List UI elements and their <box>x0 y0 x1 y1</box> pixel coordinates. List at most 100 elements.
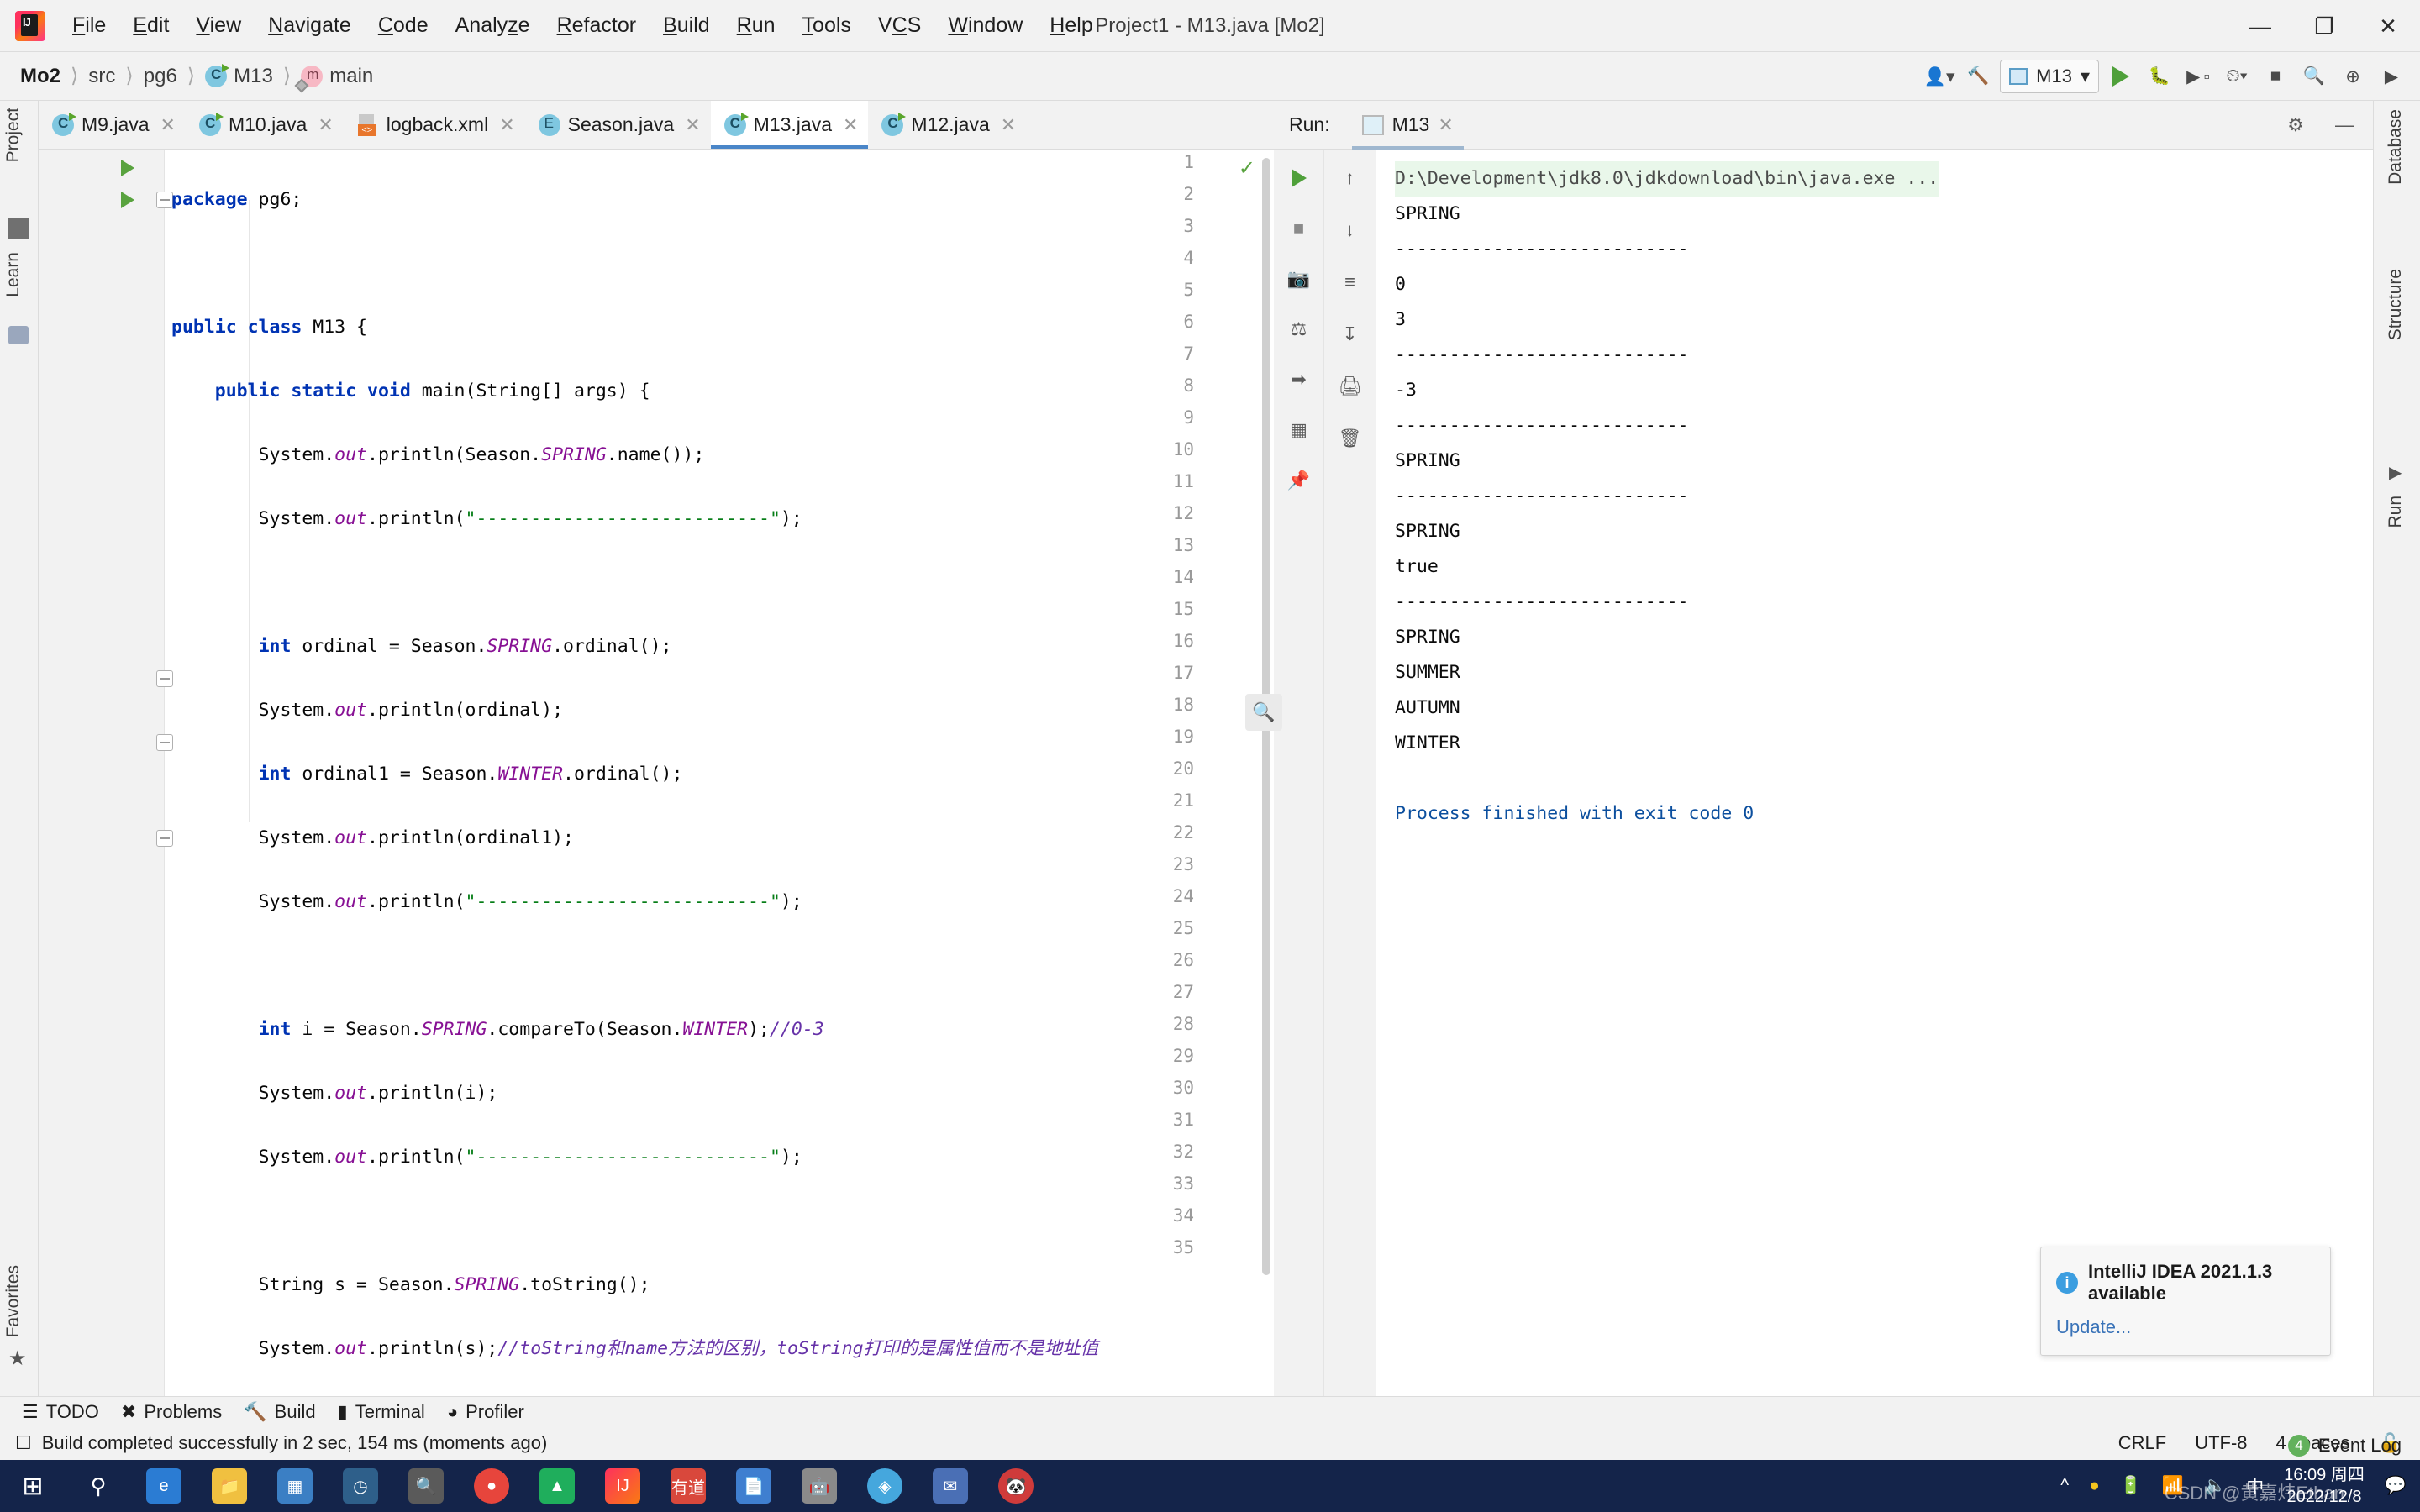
taskbar-explorer[interactable]: 📁 <box>197 1460 262 1512</box>
run-gutter-marker-class[interactable] <box>121 160 134 176</box>
breadcrumb-item-src[interactable]: src <box>83 63 120 90</box>
bottom-tab-build[interactable]: 🔨 Build <box>244 1401 315 1423</box>
print-icon[interactable]: 🖨 <box>1334 370 1367 403</box>
bottom-tab-todo[interactable]: ☰ TODO <box>22 1401 99 1423</box>
bottom-tab-profiler[interactable]: ◕ Profiler <box>447 1401 524 1423</box>
close-icon[interactable]: ✕ <box>160 114 176 136</box>
run-gutter-marker-main[interactable] <box>121 192 134 208</box>
stop-button[interactable]: ■ <box>2259 60 2292 93</box>
build-hammer-icon[interactable]: 🔨 <box>1961 60 1995 93</box>
menu-item-help[interactable]: Help <box>1036 10 1106 41</box>
sidebar-item-structure[interactable]: Structure <box>2386 269 2406 340</box>
close-icon[interactable]: ✕ <box>318 114 333 136</box>
menu-item-refactor[interactable]: Refactor <box>544 10 650 41</box>
taskbar-app-8[interactable]: ▲ <box>524 1460 590 1512</box>
menu-item-code[interactable]: Code <box>365 10 442 41</box>
collapse-icon[interactable]: ▶ <box>2389 462 2402 483</box>
taskbar-store[interactable]: ▦ <box>262 1460 328 1512</box>
update-project-icon[interactable]: ⊕ <box>2336 60 2370 93</box>
editor-tab-logback[interactable]: <> logback.xml ✕ <box>344 101 525 149</box>
code-editor[interactable]: ✓ 1 2 3 4 5 6 7 8 9 10 11 12 13 14 15 16 17 18 19 20 21 22 23 2… <box>39 150 1274 1430</box>
menu-item-edit[interactable]: Edit <box>119 10 182 41</box>
taskbar-app-11[interactable]: 📄 <box>721 1460 786 1512</box>
maximize-button[interactable]: ❐ <box>2292 0 2356 52</box>
close-icon[interactable]: ✕ <box>843 114 858 136</box>
console-output[interactable]: D:\Development\jdk8.0\jdkdownload\bin\ja… <box>1376 150 2373 1430</box>
menu-item-tools[interactable]: Tools <box>789 10 865 41</box>
sidebar-item-favorites[interactable]: Favorites <box>3 1265 24 1337</box>
code-text[interactable]: package pg6; public class M13 { public s… <box>165 150 1223 1430</box>
run-button[interactable] <box>2104 60 2138 93</box>
close-icon[interactable]: ✕ <box>1001 114 1016 136</box>
debug-button[interactable]: 🐛 <box>2143 60 2176 93</box>
screenshot-icon[interactable]: 📷 <box>1282 262 1316 296</box>
close-icon[interactable]: ✕ <box>499 114 514 136</box>
sidebar-item-run[interactable]: Run <box>2386 496 2406 528</box>
taskbar-clock-app[interactable]: ◷ <box>328 1460 393 1512</box>
taskbar-search-button[interactable]: ⚲ <box>66 1460 131 1512</box>
taskbar-youdao[interactable]: 有道 <box>655 1460 721 1512</box>
run-anything-icon[interactable]: ▶ <box>2375 60 2408 93</box>
breadcrumb-item-project[interactable]: Mo2 <box>15 63 66 90</box>
menu-item-analyze[interactable]: Analyze <box>442 10 544 41</box>
notification-update-link[interactable]: Update... <box>2056 1316 2315 1338</box>
taskbar-app-6[interactable]: 🔍 <box>393 1460 459 1512</box>
taskbar-app-15[interactable]: 🐼 <box>983 1460 1049 1512</box>
hide-icon[interactable]: — <box>2328 108 2361 142</box>
security-icon[interactable]: ● <box>2089 1476 2100 1496</box>
breadcrumb-item-method[interactable]: main <box>294 63 378 92</box>
editor-tab-season[interactable]: Season.java ✕ <box>525 101 711 149</box>
search-icon[interactable]: 🔍 <box>2297 60 2331 93</box>
menu-item-navigate[interactable]: Navigate <box>255 10 365 41</box>
sidebar-item-database[interactable]: Database <box>2386 109 2406 185</box>
close-icon[interactable]: ✕ <box>685 114 700 136</box>
stop-button[interactable]: ■ <box>1282 212 1316 245</box>
close-button[interactable]: ✕ <box>2356 0 2420 52</box>
pin-icon[interactable]: 📌 <box>1282 464 1316 497</box>
show-hidden-icons[interactable]: ^ <box>2060 1476 2069 1496</box>
editor-tab-m10[interactable]: M10.java ✕ <box>186 101 344 149</box>
taskbar-intellij[interactable]: IJ <box>590 1460 655 1512</box>
thread-dump-icon[interactable]: ⚖ <box>1282 312 1316 346</box>
run-with-coverage-button[interactable]: ▶ ▫ <box>2181 60 2215 93</box>
start-button[interactable]: ⊞ <box>0 1460 66 1512</box>
sidebar-item-learn[interactable]: Learn <box>3 252 24 297</box>
close-icon[interactable]: ✕ <box>1438 114 1453 136</box>
taskbar-edge[interactable]: e <box>131 1460 197 1512</box>
down-arrow-icon[interactable]: ↓ <box>1334 213 1367 247</box>
taskbar-app-12[interactable]: 🤖 <box>786 1460 852 1512</box>
battery-icon[interactable]: 🔋 <box>2120 1476 2142 1496</box>
menu-item-view[interactable]: View <box>182 10 255 41</box>
breadcrumb-item-package[interactable]: pg6 <box>139 63 182 90</box>
user-account-icon[interactable]: 👤▾ <box>1923 60 1956 93</box>
editor-tab-m9[interactable]: M9.java ✕ <box>39 101 186 149</box>
menu-item-run[interactable]: Run <box>723 10 789 41</box>
line-separator-indicator[interactable]: CRLF <box>2118 1432 2166 1454</box>
event-log-button[interactable]: 4 Event Log <box>2287 1435 2402 1457</box>
bottom-tab-problems[interactable]: ✖ Problems <box>121 1401 222 1423</box>
notification-center-icon[interactable]: 💬 <box>2385 1476 2407 1496</box>
menu-item-window[interactable]: Window <box>934 10 1036 41</box>
run-configuration-selector[interactable]: M13 ▾ <box>2000 60 2099 93</box>
menu-item-vcs[interactable]: VCS <box>865 10 934 41</box>
sidebar-item-project[interactable]: Project <box>3 108 24 162</box>
trash-icon[interactable]: 🗑 <box>1334 422 1367 455</box>
editor-tab-m12[interactable]: M12.java ✕ <box>868 101 1026 149</box>
profile-button[interactable]: ⏲▾ <box>2220 60 2254 93</box>
up-arrow-icon[interactable]: ↑ <box>1334 161 1367 195</box>
export-icon[interactable]: ➡ <box>1282 363 1316 396</box>
taskbar-app-13[interactable]: ◈ <box>852 1460 918 1512</box>
layout-icon[interactable]: ▦ <box>1282 413 1316 447</box>
editor-gutter[interactable] <box>39 150 165 1430</box>
gear-icon[interactable]: ⚙ <box>2279 108 2312 142</box>
search-in-console-icon[interactable]: 🔍 <box>1245 694 1282 731</box>
minimize-button[interactable]: — <box>2228 0 2292 52</box>
breadcrumb-item-class[interactable]: M13 <box>200 63 278 90</box>
run-tab-m13[interactable]: M13 ✕ <box>1351 101 1464 150</box>
rerun-button[interactable] <box>1282 161 1316 195</box>
taskbar-app-14[interactable]: ✉ <box>918 1460 983 1512</box>
bottom-tab-terminal[interactable]: ▮ Terminal <box>338 1401 425 1423</box>
scroll-to-end-icon[interactable]: ↧ <box>1334 318 1367 351</box>
menu-item-file[interactable]: File <box>59 10 119 41</box>
taskbar-chrome[interactable]: ● <box>459 1460 524 1512</box>
